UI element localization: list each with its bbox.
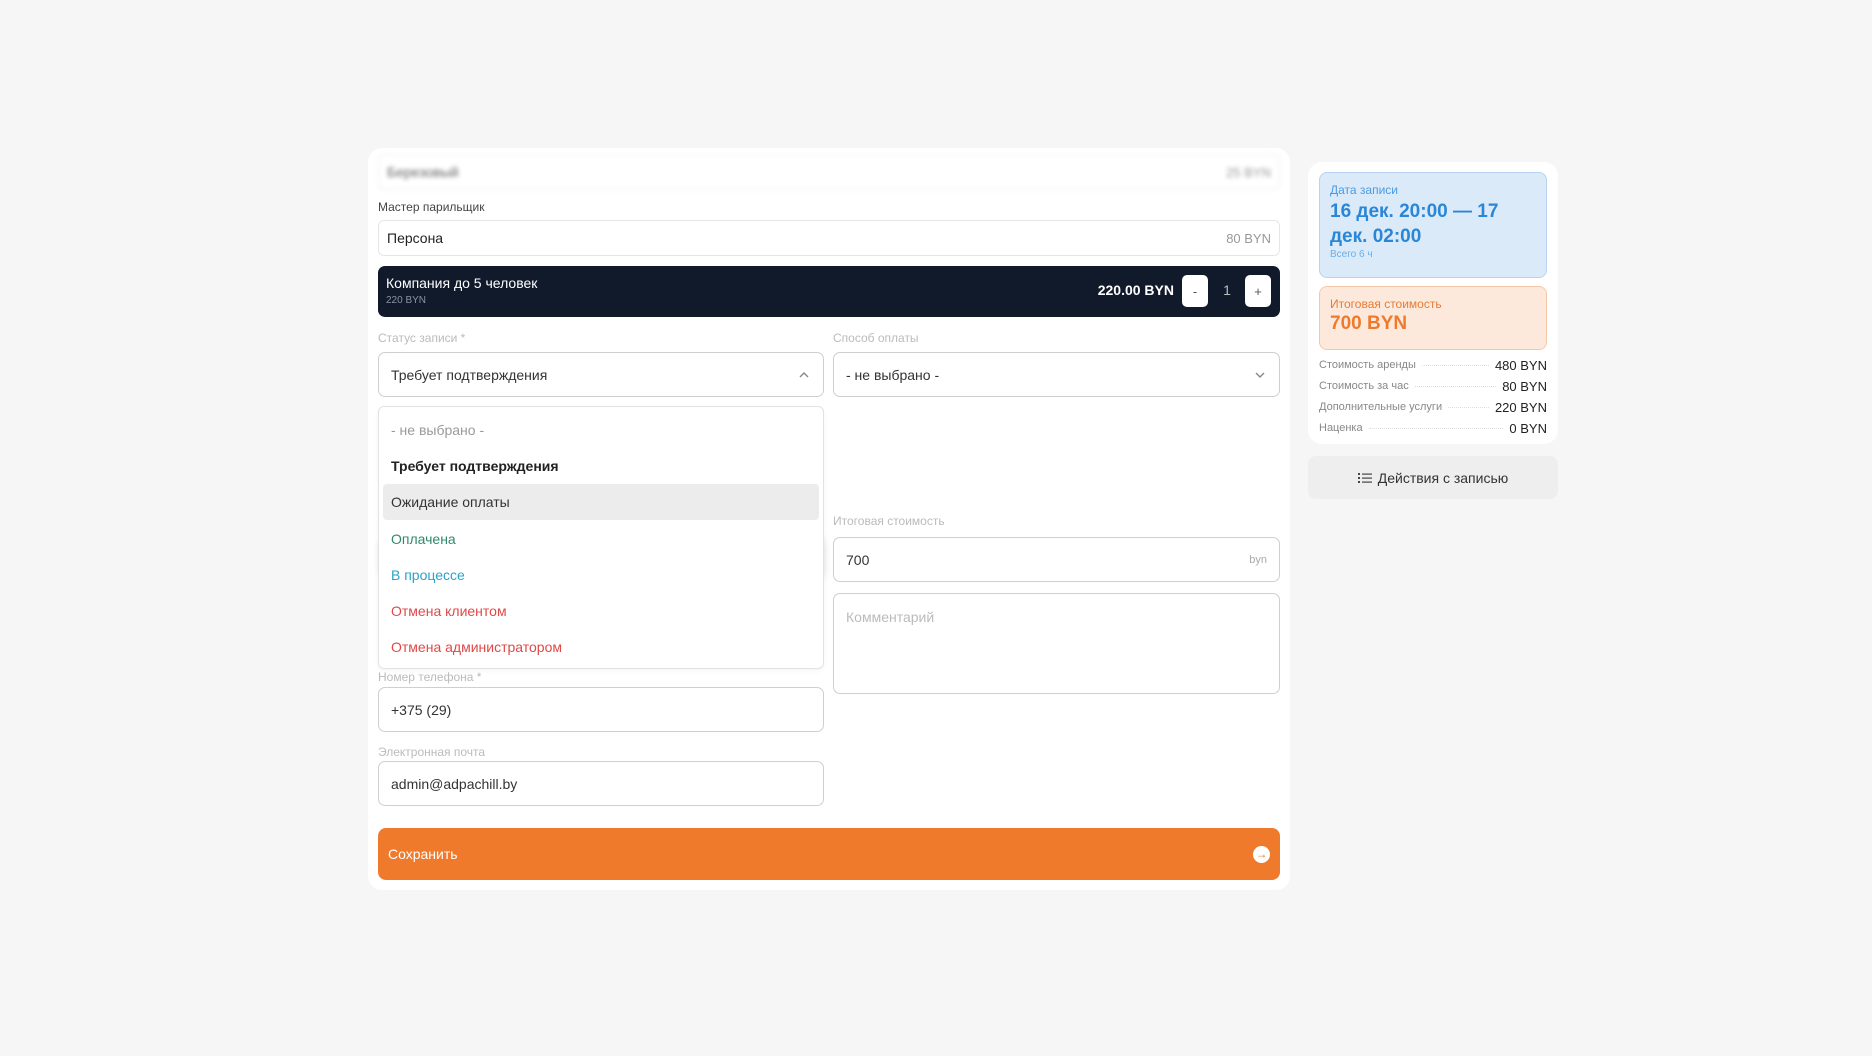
email-value: admin@adpachill.by — [391, 775, 518, 792]
status-option[interactable]: Требует подтверждения — [383, 448, 819, 484]
chevron-up-icon — [799, 371, 809, 377]
breakdown-value: 480 BYN — [1494, 357, 1547, 373]
service-total: 220.00 BYN — [1097, 282, 1174, 298]
status-option[interactable]: Отмена клиентом — [383, 593, 819, 629]
email-label: Электронная почта — [378, 745, 486, 759]
master-section-label: Мастер парильщик — [378, 200, 485, 214]
cost-title: Итоговая стоимость — [1330, 297, 1442, 311]
service-name: Березовый — [387, 164, 459, 180]
save-button-label: Сохранить — [388, 846, 458, 862]
breakdown-row: Дополнительные услуги 220 BYN — [1319, 398, 1547, 416]
booking-date-box: Дата записи 16 дек. 20:00 — 17 дек. 02:0… — [1319, 172, 1547, 278]
phone-label: Номер телефона * — [378, 670, 482, 684]
service-row-persona[interactable]: Персона 80 BYN — [378, 220, 1280, 256]
actions-label: Действия с записью — [1377, 469, 1509, 486]
chevron-down-icon — [1255, 372, 1265, 378]
total-cost-box: Итоговая стоимость 700 BYN — [1319, 286, 1547, 350]
breakdown-key: Наценка — [1319, 422, 1363, 434]
save-button[interactable]: Сохранить → — [378, 828, 1280, 880]
breakdown-row: Стоимость за час 80 BYN — [1319, 377, 1547, 395]
status-option[interactable]: Ожидание оплаты — [383, 484, 819, 520]
breakdown-key: Дополнительные услуги — [1319, 401, 1443, 413]
status-option[interactable]: Отмена администратором — [383, 629, 819, 665]
leader-dots — [1368, 427, 1504, 429]
payment-select[interactable]: - не выбрано - — [833, 352, 1280, 397]
breakdown-value: 0 BYN — [1509, 420, 1547, 436]
leader-dots — [1448, 406, 1489, 408]
breakdown-key: Стоимость аренды — [1319, 359, 1416, 371]
phone-input[interactable]: +375 (29) — [378, 687, 824, 732]
service-name: Персона — [387, 230, 444, 246]
breakdown-row: Наценка 0 BYN — [1319, 419, 1547, 437]
decrement-button[interactable]: - — [1182, 275, 1208, 307]
service-price: 25 BYN — [1226, 164, 1271, 180]
leader-dots — [1421, 364, 1489, 366]
status-dropdown: - не выбрано - Требует подтверждения Ожи… — [378, 406, 824, 669]
service-price: 80 BYN — [1226, 230, 1271, 246]
service-row-company-selected[interactable]: Компания до 5 человек 220 BYN 220.00 BYN… — [378, 266, 1280, 317]
breakdown-row: Стоимость аренды 480 BYN — [1319, 356, 1547, 374]
cost-value: 700 BYN — [1330, 313, 1408, 334]
breakdown-value: 80 BYN — [1502, 378, 1547, 394]
list-icon — [1357, 472, 1372, 483]
service-unit-price: 220 BYN — [386, 295, 427, 306]
status-option[interactable]: В процессе — [383, 557, 819, 593]
status-select[interactable]: Требует подтверждения — [378, 352, 824, 397]
payment-label: Способ оплаты — [833, 331, 919, 345]
date-duration: Всего 6 ч — [1330, 249, 1373, 260]
phone-value: +375 (29) — [391, 701, 452, 718]
comment-placeholder: Комментарий — [846, 609, 935, 625]
breakdown-key: Стоимость за час — [1319, 380, 1409, 392]
arrow-right-circle-icon: → — [1253, 845, 1270, 863]
email-input[interactable]: admin@adpachill.by — [378, 761, 824, 806]
quantity-value: 1 — [1223, 282, 1231, 298]
date-value: 16 дек. 20:00 — 17 дек. 02:00 — [1330, 201, 1499, 247]
total-cost-value: 700 — [846, 551, 870, 568]
status-select-value: Требует подтверждения — [391, 366, 548, 383]
currency-unit: byn — [1249, 553, 1267, 566]
service-row-top[interactable]: Березовый 25 BYN — [378, 154, 1280, 190]
status-option[interactable]: Оплачена — [383, 521, 819, 557]
record-actions-button[interactable]: Действия с записью — [1308, 456, 1558, 499]
breakdown-value: 220 BYN — [1494, 399, 1547, 415]
increment-button[interactable]: + — [1245, 275, 1271, 307]
date-title: Дата записи — [1330, 183, 1398, 197]
payment-select-value: - не выбрано - — [846, 366, 940, 383]
leader-dots — [1414, 385, 1497, 387]
status-option[interactable]: - не выбрано - — [383, 412, 819, 448]
comment-textarea[interactable]: Комментарий — [833, 593, 1280, 694]
status-label: Статус записи * — [378, 331, 466, 345]
total-cost-label: Итоговая стоимость — [833, 514, 945, 528]
service-name: Компания до 5 человек — [386, 275, 538, 291]
total-cost-input[interactable]: 700 byn — [833, 537, 1280, 582]
